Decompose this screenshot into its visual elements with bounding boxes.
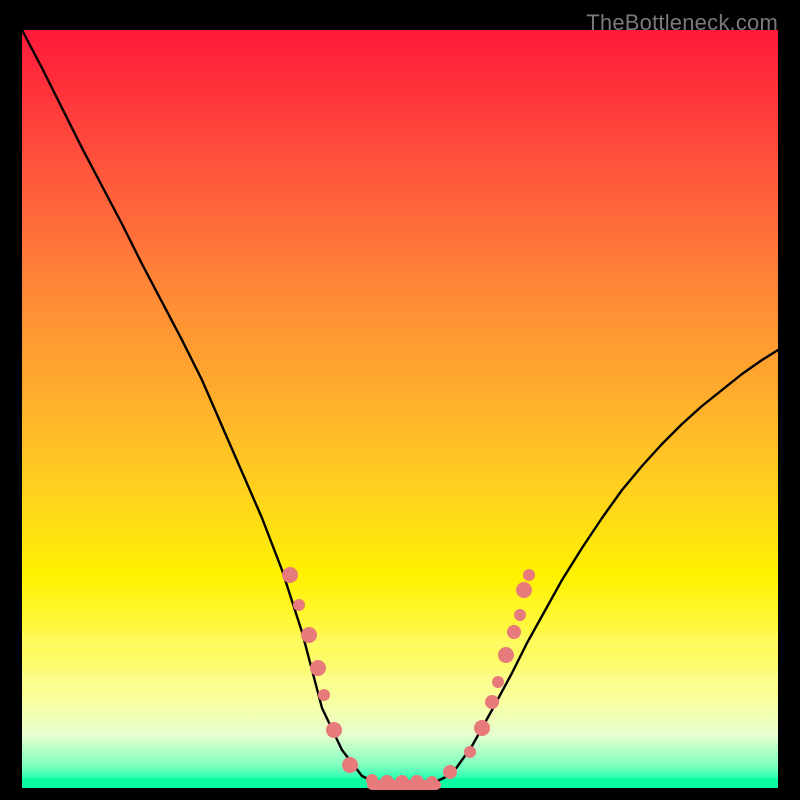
data-marker (310, 660, 326, 676)
data-marker (293, 599, 305, 611)
data-marker (443, 765, 457, 779)
plot-area (22, 30, 778, 788)
data-marker (301, 627, 317, 643)
data-marker (514, 609, 526, 621)
data-marker (318, 689, 330, 701)
data-marker (498, 647, 514, 663)
curve-svg (22, 30, 778, 788)
data-marker (380, 775, 394, 789)
data-marker (410, 775, 424, 789)
data-marker (464, 746, 476, 758)
bottleneck-curve (22, 30, 778, 788)
data-marker (516, 582, 532, 598)
data-marker (507, 625, 521, 639)
data-markers (282, 567, 535, 789)
data-marker (485, 695, 499, 709)
data-marker (426, 776, 438, 788)
data-marker (492, 676, 504, 688)
data-marker (342, 757, 358, 773)
data-marker (474, 720, 490, 736)
data-marker (326, 722, 342, 738)
data-marker (282, 567, 298, 583)
data-marker (395, 775, 409, 789)
data-marker (523, 569, 535, 581)
chart-frame: TheBottleneck.com (10, 10, 790, 790)
data-marker (366, 774, 378, 786)
